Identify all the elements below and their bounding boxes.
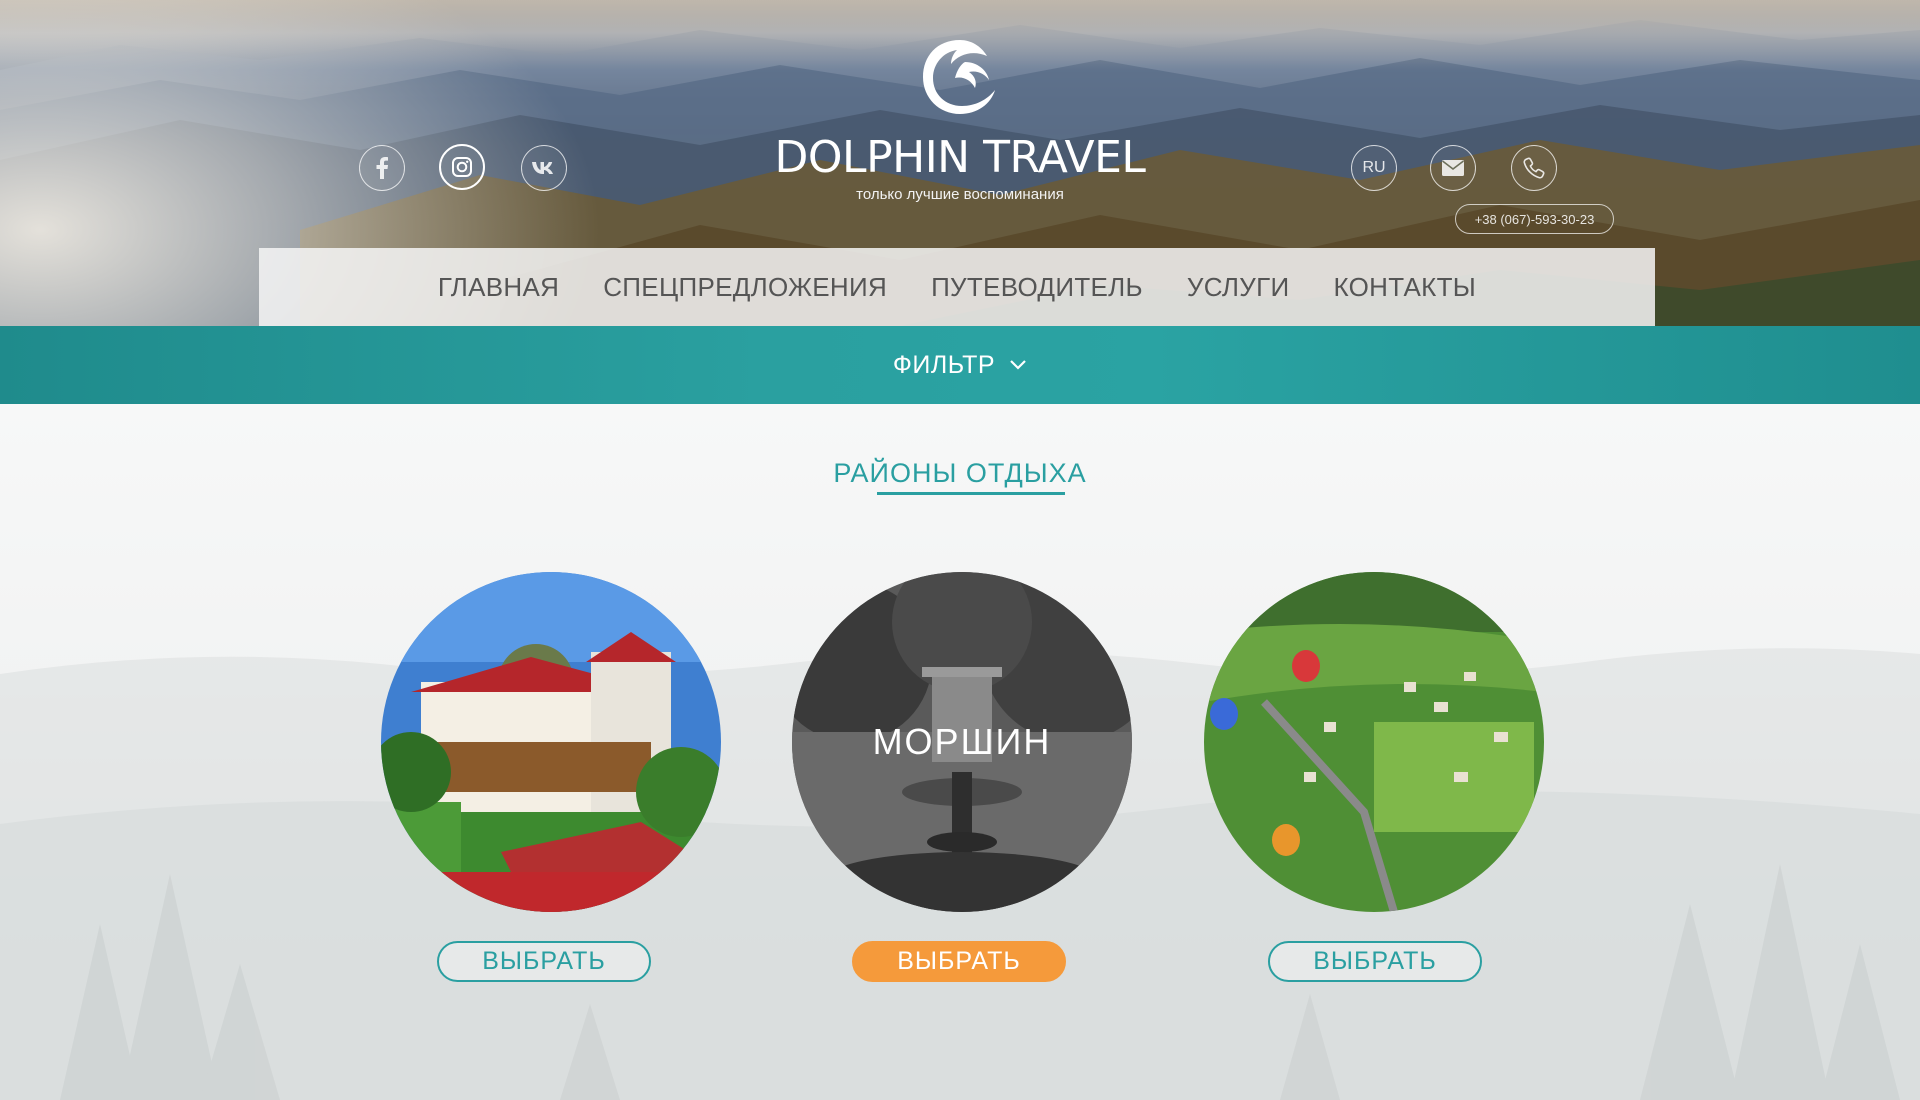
choose-region-3-button[interactable]: ВЫБРАТЬ bbox=[1268, 941, 1482, 982]
dolphin-logo-icon bbox=[923, 40, 995, 114]
region-card-2[interactable]: МОРШИН bbox=[792, 572, 1132, 912]
main-nav: ГЛАВНАЯ СПЕЦПРЕДЛОЖЕНИЯ ПУТЕВОДИТЕЛЬ УСЛ… bbox=[259, 248, 1655, 326]
choose-region-1-button[interactable]: ВЫБРАТЬ bbox=[437, 941, 651, 982]
region-card-3[interactable] bbox=[1204, 572, 1544, 912]
section-title-underline bbox=[877, 492, 1065, 495]
brand-tagline: только лучшие воспоминания bbox=[856, 186, 1064, 203]
nav-item-special-offers[interactable]: СПЕЦПРЕДЛОЖЕНИЯ bbox=[603, 272, 887, 303]
choose-region-2-button[interactable]: ВЫБРАТЬ bbox=[852, 941, 1066, 982]
phone-button[interactable] bbox=[1511, 145, 1557, 191]
vk-button[interactable] bbox=[521, 145, 567, 191]
instagram-icon bbox=[452, 157, 472, 177]
filter-label: ФИЛЬТР bbox=[892, 350, 996, 379]
filter-bar: ФИЛЬТР bbox=[0, 326, 1920, 404]
phone-number[interactable]: +38 (067)-593-30-23 bbox=[1455, 204, 1614, 234]
vk-icon bbox=[532, 162, 553, 174]
region-name-3 bbox=[1204, 572, 1544, 912]
nav-item-home[interactable]: ГЛАВНАЯ bbox=[438, 272, 559, 303]
region-card-1[interactable] bbox=[381, 572, 721, 912]
language-label: RU bbox=[1362, 159, 1386, 176]
nav-item-services[interactable]: УСЛУГИ bbox=[1187, 272, 1290, 303]
instagram-button[interactable] bbox=[439, 144, 485, 190]
brand-block[interactable]: DOLPHIN TRAVEL только лучшие воспоминани… bbox=[760, 32, 1160, 204]
language-switch[interactable]: RU bbox=[1351, 145, 1397, 191]
filter-toggle[interactable]: ФИЛЬТР bbox=[893, 351, 1027, 380]
facebook-button[interactable] bbox=[359, 145, 405, 191]
nav-item-guide[interactable]: ПУТЕВОДИТЕЛЬ bbox=[931, 272, 1143, 303]
mail-button[interactable] bbox=[1430, 145, 1476, 191]
section-title: РАЙОНЫ ОТДЫХА bbox=[833, 458, 1087, 488]
mail-icon bbox=[1442, 160, 1464, 176]
phone-icon bbox=[1523, 157, 1545, 179]
facebook-icon bbox=[376, 157, 388, 179]
chevron-down-icon bbox=[1010, 360, 1026, 370]
brand-name: DOLPHIN TRAVEL bbox=[774, 132, 1146, 183]
nav-item-contacts[interactable]: КОНТАКТЫ bbox=[1333, 272, 1476, 303]
region-name-1 bbox=[381, 572, 721, 912]
region-name-2: МОРШИН bbox=[872, 721, 1052, 762]
